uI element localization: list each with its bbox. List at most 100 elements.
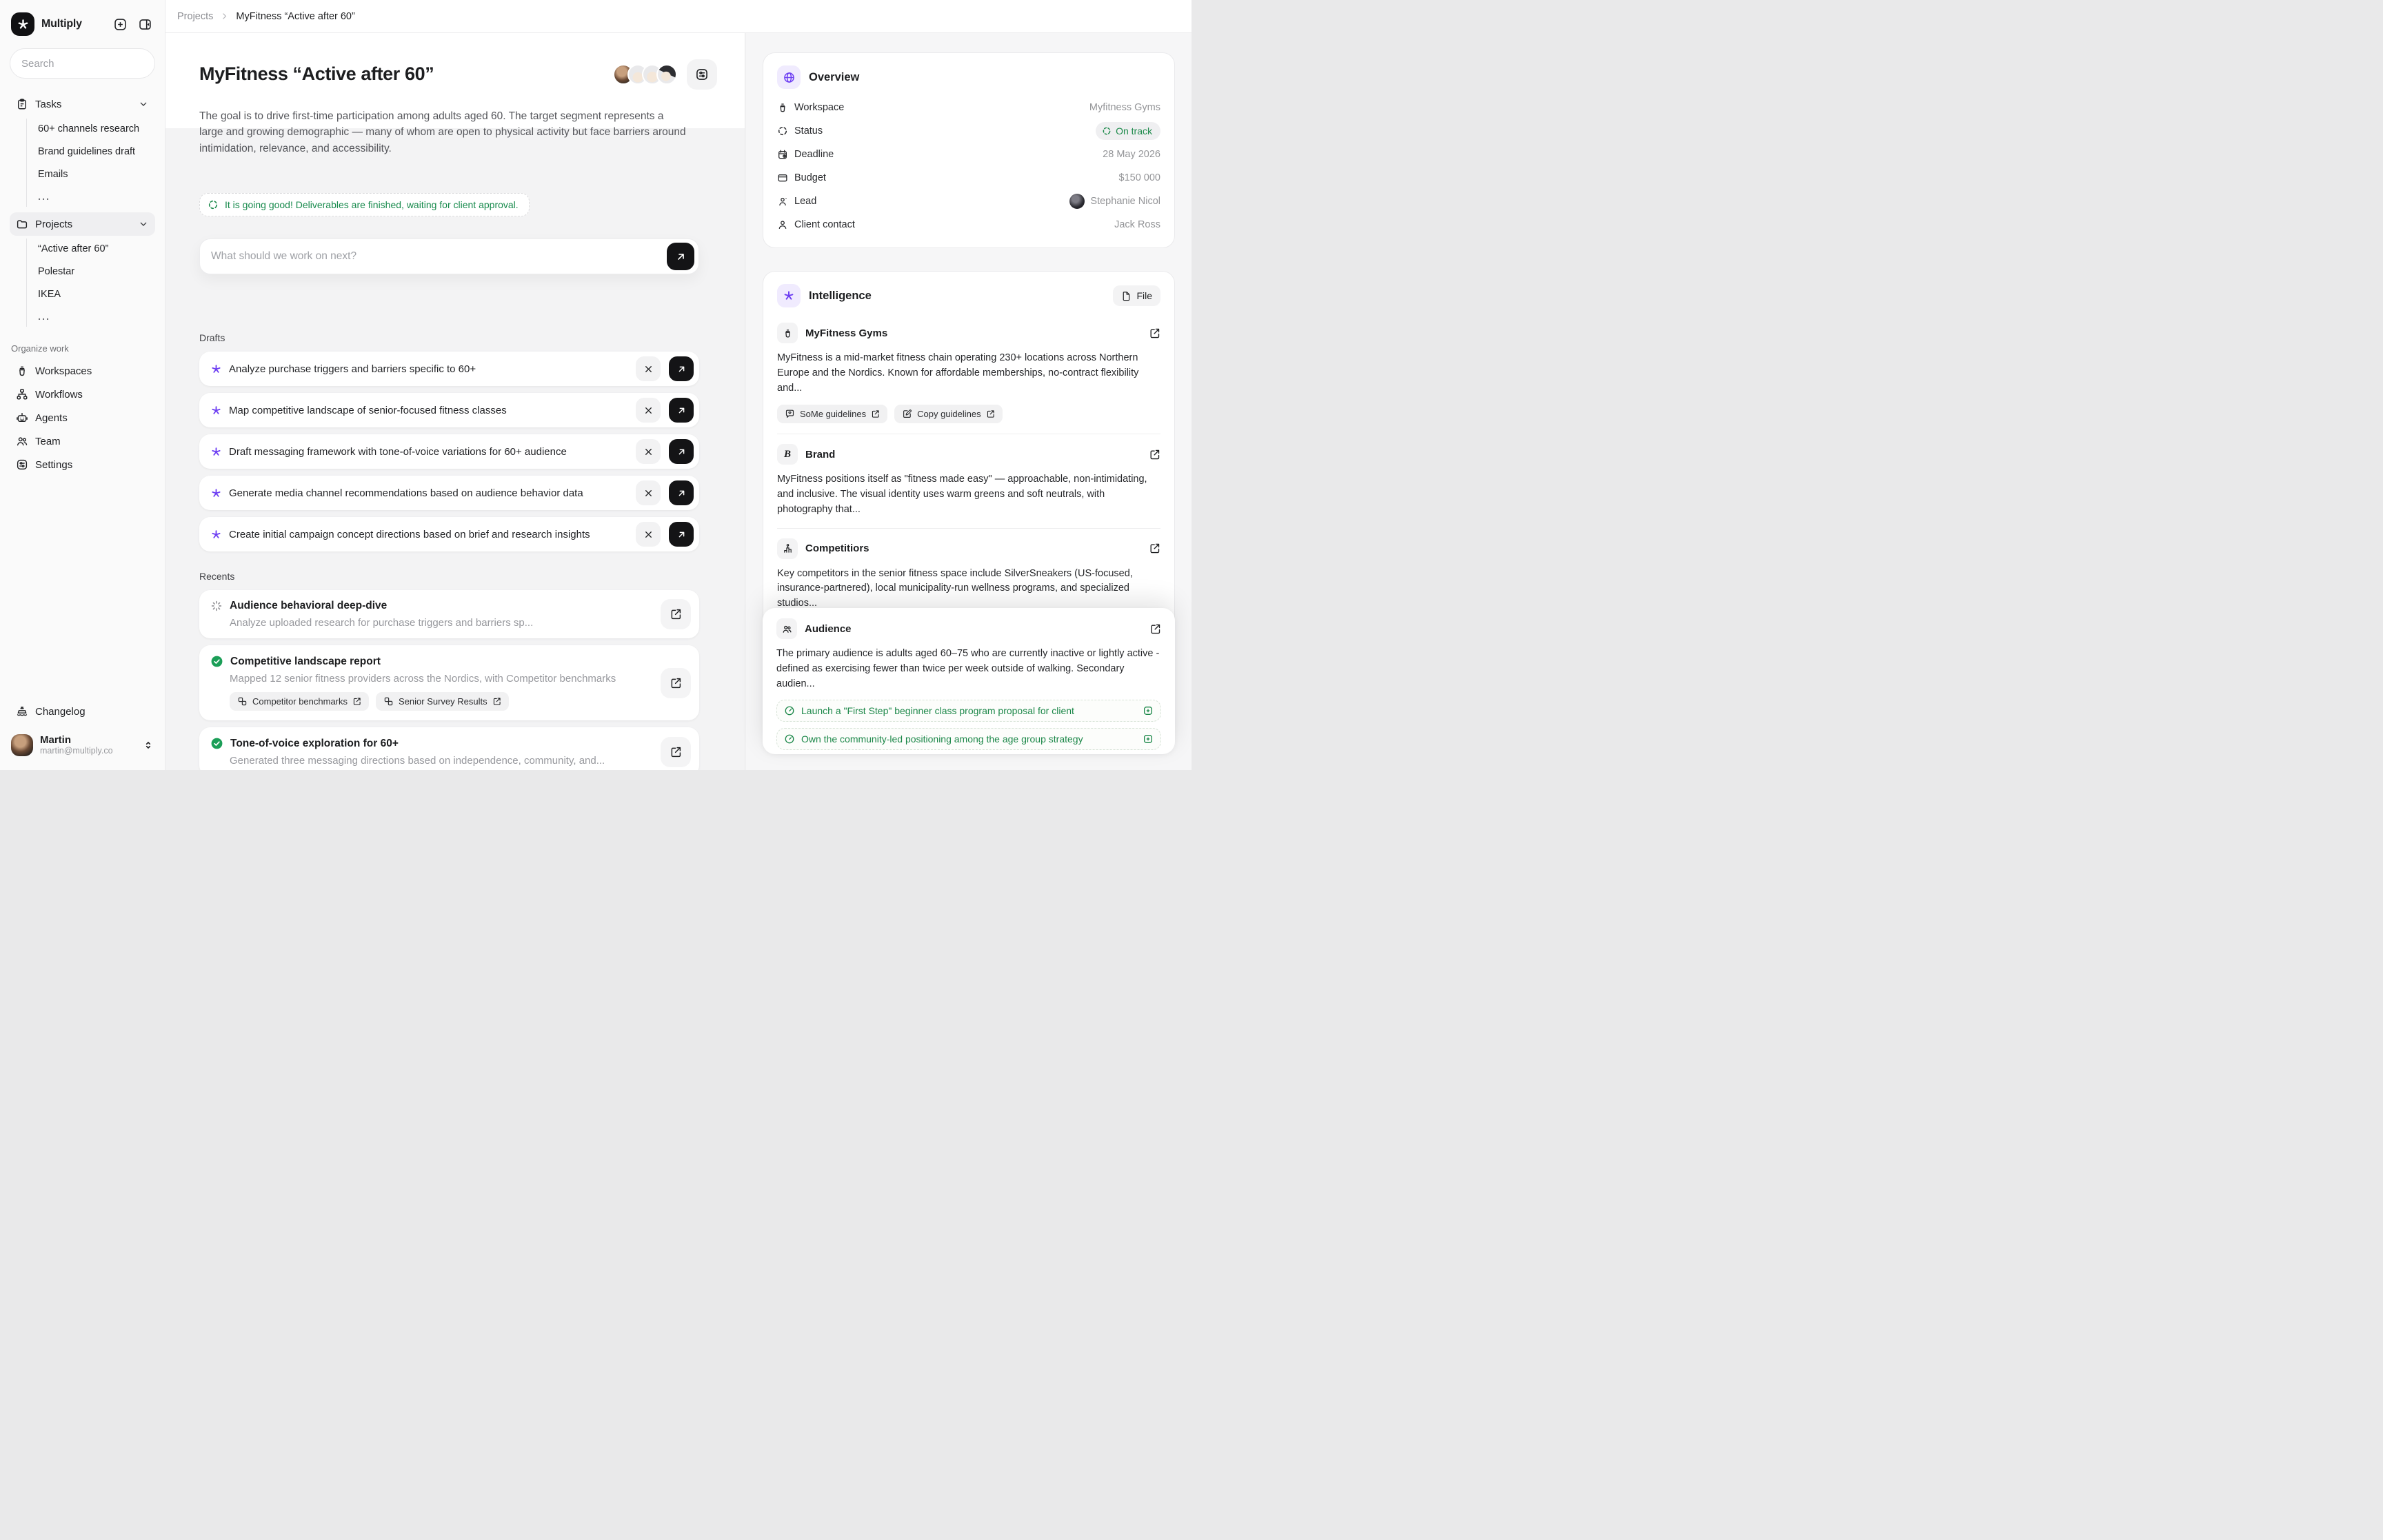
app-title: Multiply bbox=[41, 18, 104, 30]
run-draft-button[interactable] bbox=[669, 398, 694, 423]
audience-section-header: Audience bbox=[776, 618, 1161, 639]
dismiss-draft-button[interactable] bbox=[636, 522, 661, 547]
member-avatars[interactable] bbox=[613, 64, 677, 85]
overview-card: Overview Workspace Myfitness Gyms Status… bbox=[763, 52, 1175, 248]
sidebar-project-item-polestar[interactable]: Polestar bbox=[28, 260, 155, 283]
sidebar-item-workflows[interactable]: Workflows bbox=[10, 383, 155, 406]
sidebar-item-changelog[interactable]: Changelog bbox=[10, 700, 155, 723]
users-icon bbox=[776, 618, 797, 639]
recent-item[interactable]: Audience behavioral deep-dive Analyze up… bbox=[199, 590, 699, 638]
status-message: It is going good! Deliverables are finis… bbox=[225, 199, 519, 210]
open-result-button[interactable] bbox=[661, 599, 691, 629]
recents-label: Recents bbox=[199, 571, 699, 582]
projects-more-button[interactable]: ... bbox=[28, 305, 155, 328]
gauge-icon bbox=[784, 733, 795, 744]
sidebar-section-projects[interactable]: Projects bbox=[10, 212, 155, 236]
draft-item: Analyze purchase triggers and barriers s… bbox=[199, 352, 699, 386]
tasks-more-button[interactable]: ... bbox=[28, 185, 155, 208]
competitors-section-header: Competitiors bbox=[777, 538, 1160, 559]
arrow-up-right-icon bbox=[676, 529, 687, 540]
recent-item[interactable]: Competitive landscape report Mapped 12 s… bbox=[199, 645, 699, 720]
overview-row-budget: Budget $150 000 bbox=[777, 166, 1160, 190]
panel-collapse-icon bbox=[138, 17, 152, 32]
guidelines-chip[interactable]: SoMe guidelines bbox=[777, 405, 887, 423]
sidebar-project-item-active-after-60[interactable]: “Active after 60” bbox=[28, 237, 155, 260]
open-result-button[interactable] bbox=[661, 668, 691, 698]
collapse-sidebar-button[interactable] bbox=[136, 15, 154, 33]
open-external-icon[interactable] bbox=[1149, 543, 1160, 554]
dismiss-draft-button[interactable] bbox=[636, 356, 661, 381]
sidebar-item-workspaces[interactable]: Workspaces bbox=[10, 359, 155, 383]
close-icon bbox=[643, 529, 654, 540]
draft-item: Map competitive landscape of senior-focu… bbox=[199, 393, 699, 427]
suggestion-item[interactable]: Launch a "First Step" beginner class pro… bbox=[776, 700, 1161, 722]
prompt-input[interactable] bbox=[199, 239, 699, 274]
add-task-button[interactable] bbox=[1143, 705, 1154, 716]
close-icon bbox=[643, 364, 654, 374]
user-badge-icon bbox=[777, 196, 788, 207]
add-task-button[interactable] bbox=[1143, 733, 1154, 744]
intelligence-title: Intelligence bbox=[809, 290, 1105, 303]
attachment-chip[interactable]: Senior Survey Results bbox=[376, 692, 509, 711]
overview-row-workspace: Workspace Myfitness Gyms bbox=[777, 96, 1160, 119]
open-external-icon[interactable] bbox=[1149, 327, 1160, 339]
work-area: It is going good! Deliverables are finis… bbox=[165, 167, 745, 770]
sidebar-item-settings[interactable]: Settings bbox=[10, 453, 155, 476]
open-external-icon[interactable] bbox=[1149, 449, 1160, 460]
sidebar-item-agents[interactable]: Agents bbox=[10, 406, 155, 429]
sidebar-section-tasks[interactable]: Tasks bbox=[10, 92, 155, 116]
sidebar-item-team[interactable]: Team bbox=[10, 429, 155, 453]
app-root: Multiply Tasks 60+ channel bbox=[0, 0, 1192, 770]
tasks-sublist: 60+ channels research Brand guidelines d… bbox=[10, 117, 155, 208]
sidebar-task-item[interactable]: Brand guidelines draft bbox=[28, 140, 155, 163]
plus-square-icon bbox=[113, 17, 128, 32]
settings-sliders-icon bbox=[16, 458, 28, 471]
status-badge: On track bbox=[1096, 122, 1160, 140]
sidebar-task-item[interactable]: 60+ channels research bbox=[28, 117, 155, 140]
run-draft-button[interactable] bbox=[669, 439, 694, 464]
dismiss-draft-button[interactable] bbox=[636, 398, 661, 423]
guidelines-chip[interactable]: Copy guidelines bbox=[894, 405, 1003, 423]
recents-list: Audience behavioral deep-dive Analyze up… bbox=[199, 590, 699, 770]
dismiss-draft-button[interactable] bbox=[636, 480, 661, 505]
open-external-icon bbox=[670, 677, 682, 689]
arrow-up-right-icon bbox=[676, 447, 687, 457]
send-button[interactable] bbox=[667, 243, 694, 270]
open-external-icon[interactable] bbox=[1149, 623, 1161, 635]
new-task-button[interactable] bbox=[111, 15, 129, 33]
asterisk-icon bbox=[210, 446, 222, 458]
dismiss-draft-button[interactable] bbox=[636, 439, 661, 464]
file-button[interactable]: File bbox=[1113, 285, 1160, 306]
drafts-label: Drafts bbox=[199, 332, 699, 343]
blocks-icon bbox=[383, 696, 394, 707]
asterisk-icon bbox=[210, 487, 222, 499]
workspace-icon bbox=[777, 323, 798, 343]
draft-item: Create initial campaign concept directio… bbox=[199, 517, 699, 551]
divider bbox=[777, 528, 1160, 529]
run-draft-button[interactable] bbox=[669, 356, 694, 381]
workspace-icon bbox=[777, 102, 788, 113]
project-settings-button[interactable] bbox=[687, 59, 717, 90]
open-external-icon bbox=[986, 409, 995, 418]
user-email: martin@multiply.co bbox=[40, 746, 136, 756]
recent-item[interactable]: Tone-of-voice exploration for 60+ Genera… bbox=[199, 727, 699, 770]
brand-icon: B bbox=[777, 444, 798, 465]
breadcrumb-projects-link[interactable]: Projects bbox=[177, 11, 213, 22]
page-title: MyFitness “Active after 60” bbox=[199, 63, 613, 85]
close-icon bbox=[643, 447, 654, 457]
clipboard-icon bbox=[16, 98, 28, 110]
sidebar-project-item-ikea[interactable]: IKEA bbox=[28, 283, 155, 305]
podium-person-icon bbox=[777, 538, 798, 559]
breadcrumb: Projects MyFitness “Active after 60” bbox=[165, 0, 1192, 33]
run-draft-button[interactable] bbox=[669, 522, 694, 547]
open-result-button[interactable] bbox=[661, 737, 691, 767]
run-draft-button[interactable] bbox=[669, 480, 694, 505]
overview-title: Overview bbox=[809, 71, 1160, 84]
close-icon bbox=[643, 405, 654, 416]
suggestion-item[interactable]: Own the community-led positioning among … bbox=[776, 728, 1161, 750]
search-input[interactable] bbox=[10, 48, 155, 79]
sidebar-task-item[interactable]: Emails bbox=[28, 163, 155, 185]
breadcrumb-current: MyFitness “Active after 60” bbox=[236, 11, 354, 22]
user-menu[interactable]: Martin martin@multiply.co bbox=[10, 733, 155, 758]
attachment-chip[interactable]: Competitor benchmarks bbox=[230, 692, 369, 711]
